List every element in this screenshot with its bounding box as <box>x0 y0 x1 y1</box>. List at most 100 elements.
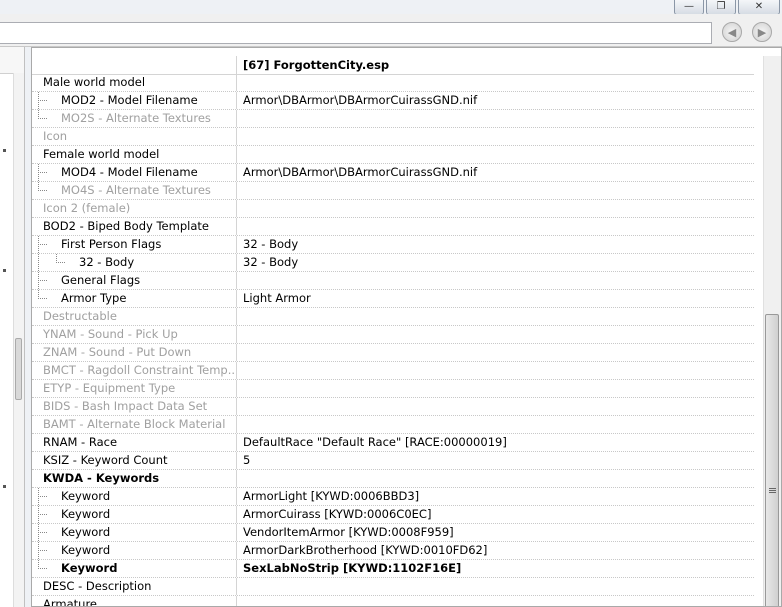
field-value-cell[interactable]: 5 <box>243 452 250 469</box>
field-name-label: RNAM - Race <box>43 435 118 449</box>
plugin-column-header[interactable]: [67] ForgottenCity.esp <box>236 56 389 74</box>
record-row[interactable]: Keyword ArmorDarkBrotherhood [KYWD:0010FD… <box>32 542 754 560</box>
record-row[interactable]: Armor Type Light Armor <box>32 290 754 308</box>
field-value-cell[interactable]: VendorItemArmor [KYWD:0008F959] <box>243 524 454 541</box>
record-row[interactable]: 32 - Body 32 - Body <box>32 254 754 272</box>
field-name-cell[interactable]: Destructable <box>32 308 237 325</box>
navigation-scrollbar[interactable] <box>13 73 24 607</box>
field-value-cell[interactable]: ArmorCuirass [KYWD:0006C0EC] <box>243 506 431 523</box>
record-row[interactable]: MOD2 - Model Filename Armor\DBArmor\DBArm… <box>32 92 754 110</box>
record-row[interactable]: KWDA - Keywords <box>32 470 754 488</box>
record-row[interactable]: Female world model <box>32 146 754 164</box>
record-row[interactable]: Armature <box>32 596 754 607</box>
record-row[interactable]: BIDS - Bash Impact Data Set <box>32 398 754 416</box>
tree-line <box>38 514 47 515</box>
record-row[interactable]: Keyword ArmorLight [KYWD:0006BBD3] <box>32 488 754 506</box>
record-row[interactable]: MO2S - Alternate Textures <box>32 110 754 128</box>
record-row[interactable]: BOD2 - Biped Body Template <box>32 218 754 236</box>
field-name-cell[interactable]: Armor Type <box>32 290 237 307</box>
record-row[interactable]: ETYP - Equipment Type <box>32 380 754 398</box>
field-name-cell[interactable]: YNAM - Sound - Pick Up <box>32 326 237 343</box>
record-row[interactable]: KSIZ - Keyword Count 5 <box>32 452 754 470</box>
forward-button[interactable]: ▶ <box>752 22 772 42</box>
record-row[interactable]: General Flags <box>32 272 754 290</box>
close-button[interactable]: ✕ <box>738 0 780 15</box>
field-name-cell[interactable]: General Flags <box>32 272 237 289</box>
record-scrollbar-thumb[interactable] <box>765 314 779 606</box>
record-row[interactable]: Icon 2 (female) <box>32 200 754 218</box>
field-name-cell[interactable]: Female world model <box>32 146 237 163</box>
field-name-label: Armature <box>43 597 97 607</box>
restore-button[interactable]: ❐ <box>706 0 736 15</box>
field-name-cell[interactable]: BMCT - Ragdoll Constraint Temp... <box>32 362 237 379</box>
field-name-cell[interactable]: 32 - Body <box>32 254 237 271</box>
field-name-cell[interactable]: Icon <box>32 128 237 145</box>
record-row[interactable]: MO4S - Alternate Textures <box>32 182 754 200</box>
field-name-cell[interactable]: Keyword <box>32 506 237 523</box>
field-name-cell[interactable]: BIDS - Bash Impact Data Set <box>32 398 237 415</box>
field-name-cell[interactable]: MO2S - Alternate Textures <box>32 110 237 127</box>
tree-line <box>56 262 65 263</box>
field-name-cell[interactable]: Keyword <box>32 524 237 541</box>
field-name-cell[interactable]: BAMT - Alternate Block Material <box>32 416 237 433</box>
field-name-cell[interactable]: Male world model <box>32 74 237 91</box>
field-name-cell[interactable]: MO4S - Alternate Textures <box>32 182 237 199</box>
minimize-button[interactable]: — <box>674 0 704 15</box>
field-name-label: General Flags <box>61 273 141 287</box>
field-name-cell[interactable]: MOD4 - Model Filename <box>32 164 237 181</box>
record-row[interactable]: Destructable <box>32 308 754 326</box>
field-value-cell[interactable]: DefaultRace "Default Race" [RACE:0000001… <box>243 434 507 451</box>
field-name-cell[interactable]: BOD2 - Biped Body Template <box>32 218 237 235</box>
field-name-cell[interactable]: Keyword <box>32 488 237 505</box>
field-value-cell[interactable]: Armor\DBArmor\DBArmorCuirassGND.nif <box>243 92 477 109</box>
field-name-cell[interactable]: ETYP - Equipment Type <box>32 380 237 397</box>
field-name-cell[interactable]: MOD2 - Model Filename <box>32 92 237 109</box>
field-name-label: Keyword <box>61 543 111 557</box>
field-value-cell[interactable]: SexLabNoStrip [KYWD:1102F16E] <box>243 560 461 577</box>
record-row[interactable]: Male world model <box>32 74 754 92</box>
field-name-cell[interactable]: First Person Flags <box>32 236 237 253</box>
record-row[interactable]: DESC - Description <box>32 578 754 596</box>
navigation-tree-header <box>0 47 24 74</box>
back-arrow-icon: ◀ <box>727 25 737 39</box>
record-row[interactable]: MOD4 - Model Filename Armor\DBArmor\DBArm… <box>32 164 754 182</box>
record-row[interactable]: First Person Flags 32 - Body <box>32 236 754 254</box>
field-value-cell[interactable]: ArmorDarkBrotherhood [KYWD:0010FD62] <box>243 542 487 559</box>
field-name-cell[interactable]: Keyword <box>32 560 237 577</box>
record-row[interactable]: Keyword SexLabNoStrip [KYWD:1102F16E] <box>32 560 754 578</box>
field-value-cell[interactable]: Armor\DBArmor\DBArmorCuirassGND.nif <box>243 164 477 181</box>
field-value-cell[interactable]: 32 - Body <box>243 254 298 271</box>
record-row[interactable]: YNAM - Sound - Pick Up <box>32 326 754 344</box>
record-row[interactable]: Keyword ArmorCuirass [KYWD:0006C0EC] <box>32 506 754 524</box>
field-value-cell[interactable]: ArmorLight [KYWD:0006BBD3] <box>243 488 419 505</box>
address-field[interactable] <box>0 22 712 44</box>
grid-header: [67] ForgottenCity.esp <box>32 56 754 75</box>
record-rows: Male world model MOD2 - Model Filename Arm… <box>32 74 754 607</box>
field-value-cell[interactable]: Light Armor <box>243 290 311 307</box>
field-name-label: KWDA - Keywords <box>43 471 160 485</box>
field-name-cell[interactable]: KWDA - Keywords <box>32 470 237 487</box>
record-row[interactable]: BMCT - Ragdoll Constraint Temp... <box>32 362 754 380</box>
back-button[interactable]: ◀ <box>722 22 742 42</box>
navigation-tree-pane[interactable] <box>0 47 25 607</box>
field-name-label: BAMT - Alternate Block Material <box>43 417 226 431</box>
record-row[interactable]: ZNAM - Sound - Put Down <box>32 344 754 362</box>
navigation-scrollbar-thumb[interactable] <box>15 338 22 400</box>
field-name-cell[interactable]: ZNAM - Sound - Put Down <box>32 344 237 361</box>
field-name-cell[interactable]: Keyword <box>32 542 237 559</box>
record-row[interactable]: Keyword VendorItemArmor [KYWD:0008F959] <box>32 524 754 542</box>
record-row[interactable]: Icon <box>32 128 754 146</box>
field-name-label: 32 - Body <box>79 255 135 269</box>
field-name-label: YNAM - Sound - Pick Up <box>43 327 178 341</box>
record-scrollbar[interactable] <box>763 56 781 606</box>
field-name-cell[interactable]: KSIZ - Keyword Count <box>32 452 237 469</box>
field-name-cell[interactable]: RNAM - Race <box>32 434 237 451</box>
tree-marker <box>3 485 6 488</box>
record-row[interactable]: BAMT - Alternate Block Material <box>32 416 754 434</box>
field-name-cell[interactable]: Icon 2 (female) <box>32 200 237 217</box>
field-value-cell[interactable]: 32 - Body <box>243 236 298 253</box>
field-name-cell[interactable]: Armature <box>32 596 237 607</box>
tree-line <box>38 244 47 245</box>
field-name-cell[interactable]: DESC - Description <box>32 578 237 595</box>
record-row[interactable]: RNAM - Race DefaultRace "Default Race" [R… <box>32 434 754 452</box>
